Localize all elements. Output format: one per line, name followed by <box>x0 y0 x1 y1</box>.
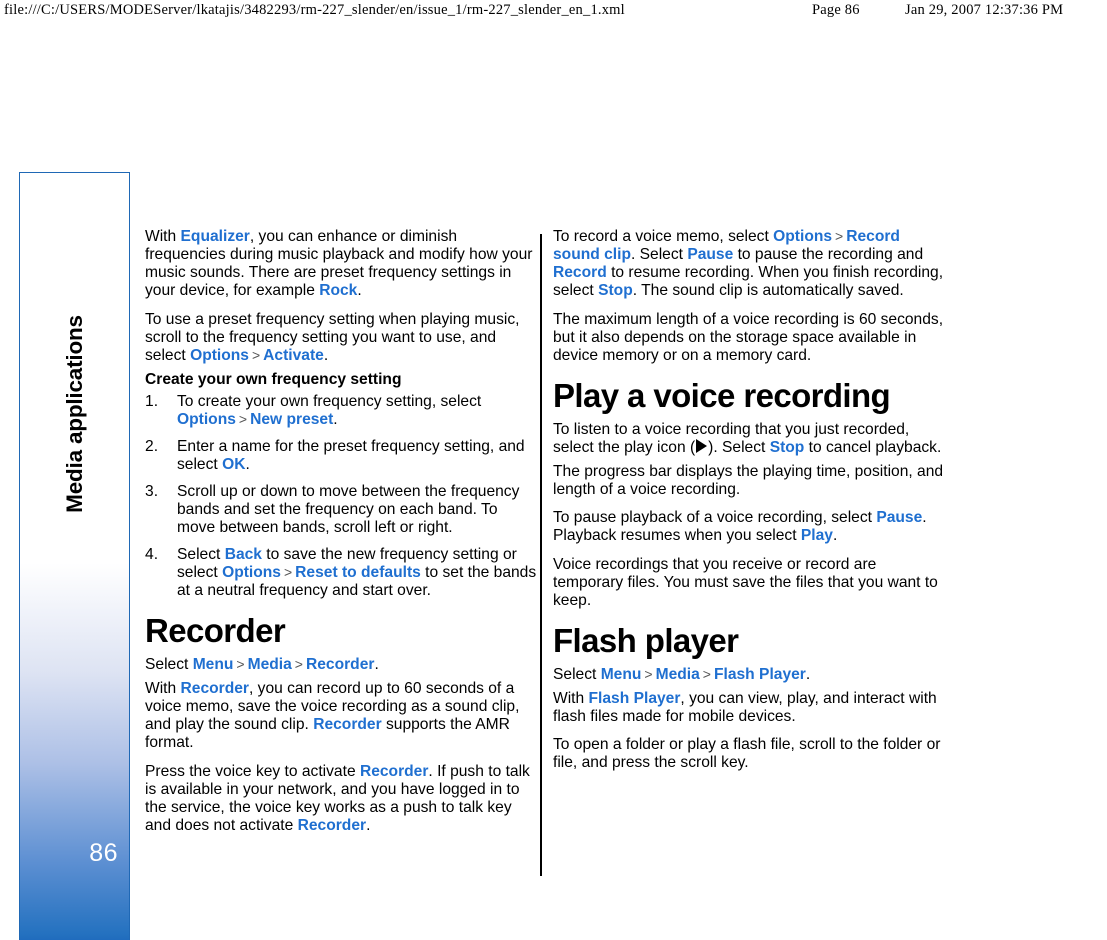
play-icon <box>696 438 708 453</box>
steps-list: To create your own frequency setting, se… <box>145 393 538 600</box>
paragraph-max-length: The maximum length of a voice recording … <box>553 310 944 364</box>
ui-term-flash-player: Flash Player <box>588 689 681 707</box>
text-run: To pause playback of a voice recording, … <box>553 509 877 526</box>
section-heading-recorder: Recorder <box>145 612 286 650</box>
ui-term-play: Play <box>800 527 833 544</box>
text-run: . <box>366 816 371 834</box>
ui-term-options: Options <box>190 346 249 364</box>
ui-term-reset-to-defaults: Reset to defaults <box>295 564 421 582</box>
ui-term-menu: Menu <box>192 656 234 674</box>
ui-term-recorder: Recorder <box>297 816 367 834</box>
text-run: to cancel playback. <box>804 438 942 456</box>
breadcrumb-separator-icon: > <box>702 665 711 682</box>
ui-term-recorder: Recorder <box>180 680 249 698</box>
ui-term-pause: Pause <box>687 246 734 263</box>
list-item: Scroll up or down to move between the fr… <box>145 483 538 537</box>
ui-term-stop: Stop <box>598 282 633 299</box>
text-run: . <box>832 527 838 544</box>
breadcrumb-separator-icon: > <box>283 564 293 581</box>
text-run: . <box>333 411 338 429</box>
text-run: Select <box>177 546 225 564</box>
paragraph-listen-recording: To listen to a voice recording that you … <box>553 421 946 457</box>
left-column: With Equalizer, you can enhance or dimin… <box>145 228 538 845</box>
ui-term-recorder: Recorder <box>305 656 375 674</box>
text-run: to pause the recording and <box>733 246 924 263</box>
text-run: With <box>145 680 181 698</box>
ui-term-options: Options <box>773 228 833 245</box>
ui-term-activate: Activate <box>263 346 324 364</box>
section-heading-play-voice-recording: Play a voice recording <box>553 376 891 414</box>
ui-term-recorder: Recorder <box>313 716 382 734</box>
paragraph-recorder-description: With Recorder, you can record up to 60 s… <box>145 680 538 752</box>
text-run: . The sound clip is automatically saved. <box>632 282 904 299</box>
paragraph-pause-playback: To pause playback of a voice recording, … <box>553 509 946 545</box>
text-run: With <box>145 228 181 245</box>
chapter-sidebar: Media applications 86 <box>19 172 130 940</box>
paragraph-flash-path: Select Menu > Media > Flash Player. <box>553 666 946 684</box>
ui-term-equalizer: Equalizer <box>180 228 250 245</box>
ui-term-menu: Menu <box>600 665 642 683</box>
ui-term-record: Record <box>553 264 607 281</box>
paragraph-record-voice-memo: To record a voice memo, select Options > R… <box>553 228 946 300</box>
breadcrumb-separator-icon: > <box>236 656 245 673</box>
ui-term-back: Back <box>224 546 262 564</box>
text-run: . <box>805 665 811 683</box>
ui-term-rock: Rock <box>319 282 358 299</box>
ui-term-media: Media <box>247 656 292 674</box>
ui-term-options: Options <box>177 411 236 429</box>
text-run: . <box>374 656 379 674</box>
text-run: . <box>245 456 250 474</box>
ui-term-pause: Pause <box>876 509 923 526</box>
paragraph-open-folder: To open a folder or play a flash file, s… <box>553 736 941 771</box>
ui-term-recorder: Recorder <box>359 762 429 780</box>
text-run: Scroll up or down to move between the fr… <box>177 483 520 537</box>
breadcrumb-separator-icon: > <box>238 411 248 428</box>
ui-term-options: Options <box>222 564 281 582</box>
text-run: . <box>323 346 329 364</box>
paragraph-temporary-files: Voice recordings that you receive or rec… <box>553 555 938 609</box>
list-item: Select Back to save the new frequency se… <box>145 546 538 600</box>
breadcrumb-separator-icon: > <box>294 656 303 673</box>
text-run: Press the voice key to activate <box>145 762 360 780</box>
paragraph-use-preset: To use a preset frequency setting when p… <box>145 311 538 365</box>
paragraph-voice-key: Press the voice key to activate Recorder… <box>145 763 538 835</box>
document-page: Media applications 86 With Equalizer, yo… <box>0 0 1107 940</box>
subheading-create-frequency-setting: Create your own frequency setting <box>145 370 402 388</box>
ui-term-ok: OK <box>222 456 246 474</box>
text-run: Select <box>145 656 193 674</box>
text-run: To create your own frequency setting, se… <box>177 393 482 411</box>
section-heading-flash-player: Flash player <box>553 621 739 659</box>
paragraph-progress-bar: The progress bar displays the playing ti… <box>553 462 944 498</box>
list-item: Enter a name for the preset frequency se… <box>145 438 538 474</box>
list-item: To create your own frequency setting, se… <box>145 393 538 429</box>
paragraph-equalizer-intro: With Equalizer, you can enhance or dimin… <box>145 228 538 300</box>
page-number: 86 <box>89 839 118 867</box>
column-divider <box>540 234 542 876</box>
text-run: To record a voice memo, select <box>553 228 774 245</box>
text-run: ). Select <box>708 438 770 456</box>
chapter-title: Media applications <box>61 315 87 513</box>
text-run: With <box>553 689 589 707</box>
paragraph-recorder-path: Select Menu > Media > Recorder. <box>145 656 538 674</box>
text-run: . <box>357 282 362 299</box>
ui-term-flash-player: Flash Player <box>713 665 806 683</box>
breadcrumb-separator-icon: > <box>835 228 844 244</box>
ui-term-stop: Stop <box>769 438 805 456</box>
ui-term-media: Media <box>655 665 700 683</box>
breadcrumb-separator-icon: > <box>644 665 653 682</box>
text-run: Select <box>553 665 601 683</box>
text-run: . Select <box>630 246 688 263</box>
paragraph-flash-description: With Flash Player, you can view, play, a… <box>553 690 946 726</box>
breadcrumb-separator-icon: > <box>251 346 261 363</box>
right-column: To record a voice memo, select Options > R… <box>553 228 946 783</box>
ui-term-new-preset: New preset <box>250 411 334 429</box>
